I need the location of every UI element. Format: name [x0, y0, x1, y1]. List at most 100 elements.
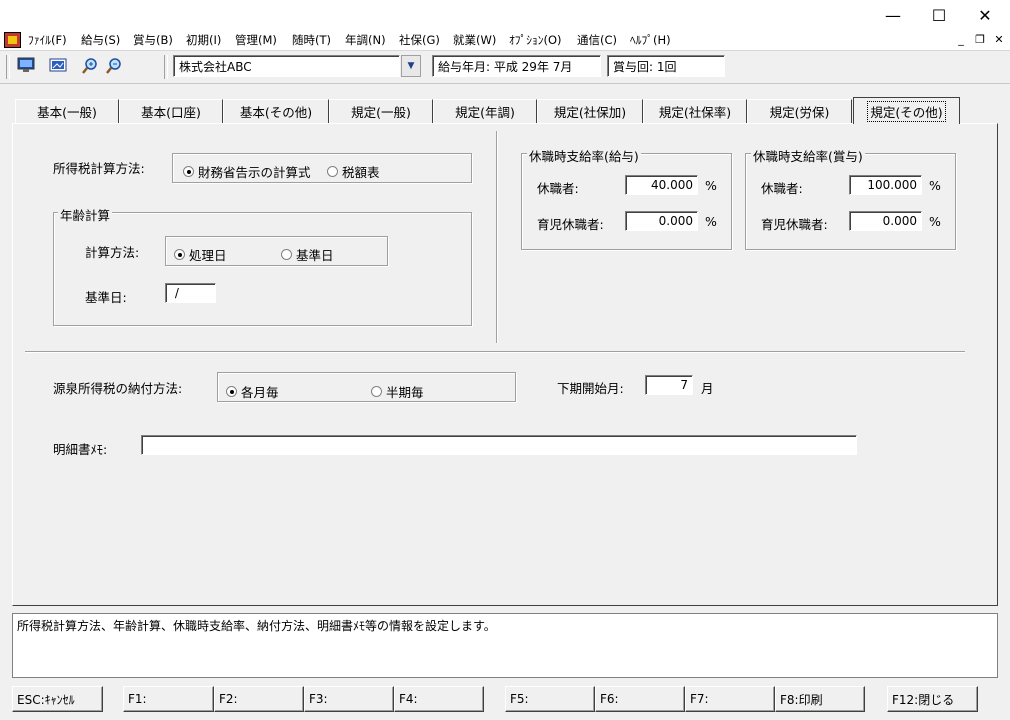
leave-salary-childcare-input[interactable]: 0.000	[625, 211, 698, 231]
tab-rules-labor-insurance[interactable]: 規定(労保)	[747, 99, 852, 123]
mdi-minimize-icon[interactable]: _	[954, 32, 968, 46]
tab-rules-social-rate[interactable]: 規定(社保率)	[643, 99, 747, 123]
company-dropdown-button[interactable]: ▼	[401, 55, 421, 77]
age-method-radio-group: 処理日 基準日	[165, 236, 388, 266]
pay-period-display: 給与年月: 平成 29年 7月	[432, 55, 601, 77]
minimize-icon: —	[885, 5, 901, 25]
radio-icon	[371, 386, 382, 397]
radio-label: 半期毎	[386, 385, 424, 400]
fkey-label: F1:	[128, 692, 147, 706]
leave-salary-legend: 休職時支給率(給与)	[527, 146, 641, 165]
income-tax-option-formula[interactable]: 財務省告示の計算式	[183, 162, 311, 181]
menu-bonus[interactable]: 賞与(B)	[133, 32, 173, 48]
company-select[interactable]: 株式会社ABC	[173, 55, 400, 77]
menu-year-end[interactable]: 年調(N)	[345, 32, 386, 48]
menu-help[interactable]: ﾍﾙﾌﾟ(H)	[630, 32, 671, 48]
tab-rules-general[interactable]: 規定(一般)	[329, 99, 433, 123]
monitor-icon[interactable]	[17, 57, 35, 73]
tab-label: 規定(一般)	[351, 105, 411, 120]
base-date-input[interactable]: /	[165, 283, 216, 303]
tab-basic-account[interactable]: 基本(口座)	[119, 99, 223, 123]
zoom-in-icon[interactable]	[81, 57, 99, 74]
radio-label: 税額表	[342, 165, 380, 180]
tab-rules-other[interactable]: 規定(その他)	[853, 97, 960, 124]
memo-input[interactable]	[141, 435, 857, 455]
leave-bonus-legend: 休職時支給率(賞与)	[751, 146, 865, 165]
withholding-option-monthly[interactable]: 各月毎	[226, 382, 279, 401]
f6-button[interactable]: F6:	[595, 686, 685, 712]
f12-close-button[interactable]: F12:閉じる	[887, 686, 978, 712]
age-method-label: 計算方法:	[85, 245, 140, 260]
menu-manage[interactable]: 管理(M)	[235, 32, 277, 48]
fkey-label: F3:	[309, 692, 328, 706]
menu-social-insurance[interactable]: 社保(G)	[399, 32, 440, 48]
minimize-button[interactable]: —	[870, 0, 916, 30]
zoom-out-icon[interactable]	[105, 57, 123, 74]
radio-label: 各月毎	[241, 385, 279, 400]
tab-basic-other[interactable]: 基本(その他)	[223, 99, 329, 123]
tab-label: 規定(社保加)	[553, 105, 627, 120]
menu-work[interactable]: 就業(W)	[453, 32, 496, 48]
f5-button[interactable]: F5:	[505, 686, 595, 712]
f4-button[interactable]: F4:	[394, 686, 484, 712]
tab-label: 基本(一般)	[37, 105, 97, 120]
close-icon: ✕	[978, 5, 992, 25]
income-tax-option-table[interactable]: 税額表	[327, 162, 380, 181]
tab-label: 基本(口座)	[141, 105, 201, 120]
fkey-label: F12:閉じる	[892, 692, 955, 707]
leave-bonus-childcare-label: 育児休職者:	[761, 217, 828, 232]
menu-options[interactable]: ｵﾌﾟｼｮﾝ(O)	[509, 32, 562, 48]
menu-file[interactable]: ﾌｧｲﾙ(F)	[28, 32, 67, 48]
maximize-button[interactable]: ☐	[916, 0, 962, 30]
f2-button[interactable]: F2:	[214, 686, 304, 712]
mdi-close-icon[interactable]: ✕	[992, 32, 1006, 46]
tab-rules-social-enroll[interactable]: 規定(社保加)	[537, 99, 643, 123]
menu-salary[interactable]: 給与(S)	[81, 32, 120, 48]
tab-label: 基本(その他)	[239, 105, 313, 120]
bonus-count-display: 賞与回: 1回	[607, 55, 725, 77]
menu-communication[interactable]: 通信(C)	[577, 32, 617, 48]
f8-print-button[interactable]: F8:印刷	[775, 686, 865, 712]
tab-rules-year-end[interactable]: 規定(年調)	[433, 99, 537, 123]
fkey-label: F2:	[219, 692, 238, 706]
leave-bonus-leave-label: 休職者:	[761, 181, 803, 196]
f1-button[interactable]: F1:	[123, 686, 214, 712]
fkey-label: F5:	[510, 692, 529, 706]
esc-cancel-button[interactable]: ESC:ｷｬﾝｾﾙ	[12, 686, 103, 712]
age-calc-legend: 年齢計算	[58, 205, 113, 224]
second-half-start-input[interactable]: 7	[645, 375, 693, 395]
withholding-radio-group: 各月毎 半期毎	[217, 372, 516, 402]
age-method-option-processing-date[interactable]: 処理日	[174, 245, 227, 264]
memo-label: 明細書ﾒﾓ:	[53, 442, 108, 457]
bonus-count-text: 賞与回: 1回	[613, 59, 677, 74]
menu-bar: ﾌｧｲﾙ(F) 給与(S) 賞与(B) 初期(I) 管理(M) 随時(T) 年調…	[0, 30, 1010, 51]
withholding-label: 源泉所得税の納付方法:	[53, 381, 183, 396]
second-half-start-value: 7	[680, 378, 688, 392]
tab-label: 規定(社保率)	[658, 105, 732, 120]
mdi-restore-icon[interactable]: ❐	[973, 32, 987, 46]
tab-basic-general[interactable]: 基本(一般)	[15, 99, 119, 123]
leave-salary-leave-label: 休職者:	[537, 181, 579, 196]
close-button[interactable]: ✕	[962, 0, 1008, 30]
age-method-option-base-date[interactable]: 基準日	[281, 245, 334, 264]
withholding-option-semiannual[interactable]: 半期毎	[371, 382, 424, 401]
image-icon[interactable]	[49, 57, 67, 73]
menu-initial[interactable]: 初期(I)	[186, 32, 221, 48]
leave-salary-childcare-label: 育児休職者:	[537, 217, 604, 232]
leave-salary-leave-input[interactable]: 40.000	[625, 175, 698, 195]
f7-button[interactable]: F7:	[685, 686, 775, 712]
menu-anytime[interactable]: 随時(T)	[292, 32, 331, 48]
leave-bonus-childcare-input[interactable]: 0.000	[849, 211, 922, 231]
f3-button[interactable]: F3:	[304, 686, 394, 712]
leave-bonus-leave-input[interactable]: 100.000	[849, 175, 922, 195]
radio-label: 財務省告示の計算式	[198, 165, 311, 180]
leave-bonus-childcare-value: 0.000	[882, 214, 917, 228]
vertical-separator	[496, 131, 498, 343]
radio-label: 処理日	[189, 248, 227, 263]
app-icon[interactable]	[4, 32, 21, 48]
age-calc-group	[53, 212, 472, 326]
maximize-icon: ☐	[931, 5, 947, 25]
toolbar: 株式会社ABC ▼ 給与年月: 平成 29年 7月 賞与回: 1回	[0, 51, 1010, 84]
percent-unit: %	[705, 178, 717, 193]
radio-label: 基準日	[296, 248, 334, 263]
